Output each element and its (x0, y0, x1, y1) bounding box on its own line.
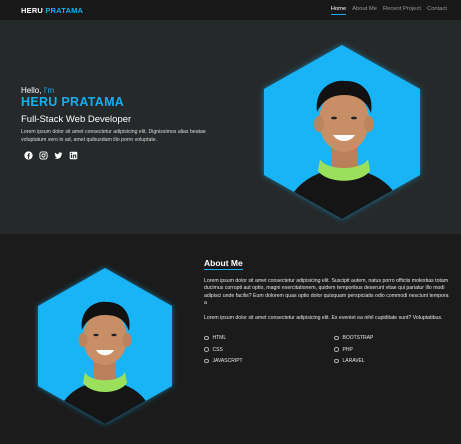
skill-label: JAVASCRIPT (212, 358, 243, 364)
twitter-icon[interactable] (54, 151, 63, 160)
nav-link-about[interactable]: About Me (352, 6, 377, 15)
skill-label: LARAVEL (342, 358, 365, 364)
circle-icon (334, 335, 339, 341)
skill-item: HTML (204, 335, 334, 341)
facebook-icon[interactable] (24, 151, 33, 160)
social-links (24, 151, 78, 160)
linkedin-icon[interactable] (69, 151, 78, 160)
instagram-icon[interactable] (39, 151, 48, 160)
about-section: About Me Lorem ipsum dolor sit amet cons… (0, 234, 461, 444)
nav-links: Home About Me Recent Project Contact (330, 6, 447, 15)
hero-greeting: Hello, I'm (21, 86, 54, 95)
hero-name: HERU PRATAMA (21, 95, 125, 109)
greeting-text: Hello, (21, 86, 42, 95)
circle-icon (204, 335, 209, 341)
skill-item: LARAVEL (334, 358, 450, 364)
brand-logo[interactable]: HERU PRATAMA (21, 6, 83, 15)
nav-link-recent-project[interactable]: Recent Project (383, 6, 421, 15)
navbar: HERU PRATAMA Home About Me Recent Projec… (0, 0, 461, 20)
greeting-accent: I'm (43, 86, 55, 95)
hero-description: Lorem ipsum dolor sit amet consectetur a… (21, 129, 206, 143)
circle-icon (204, 358, 209, 364)
nav-link-contact[interactable]: Contact (427, 6, 447, 15)
hero-profile-image (254, 39, 430, 224)
skill-item: BOOTSTRAP (334, 335, 450, 341)
about-paragraph-2: Lorem ipsum dolor sit amet consectetur a… (204, 315, 443, 321)
about-profile-image (30, 262, 180, 432)
skill-item: PHP (334, 347, 450, 353)
skill-label: HTML (212, 335, 227, 341)
about-title: About Me (204, 258, 243, 270)
skills-list: HTML BOOTSTRAP CSS PHP JAVASCRIPT LARAVE… (204, 335, 450, 364)
about-paragraph-1: Lorem ipsum dolor sit amet consectetur a… (204, 278, 449, 306)
hero-section: Hello, I'm HERU PRATAMA Full-Stack Web D… (0, 20, 461, 234)
skill-item: CSS (204, 347, 334, 353)
hero-role: Full-Stack Web Developer (21, 114, 132, 125)
skill-item: JAVASCRIPT (204, 358, 334, 364)
skill-label: CSS (212, 346, 223, 353)
circle-icon (334, 347, 339, 352)
nav-link-home[interactable]: Home (330, 6, 347, 15)
skill-label: BOOTSTRAP (342, 335, 374, 341)
brand-second: PRATAMA (45, 5, 84, 15)
circle-icon (204, 347, 209, 352)
circle-icon (334, 358, 339, 364)
brand-first: HERU (21, 5, 44, 15)
skill-label: PHP (342, 346, 353, 353)
